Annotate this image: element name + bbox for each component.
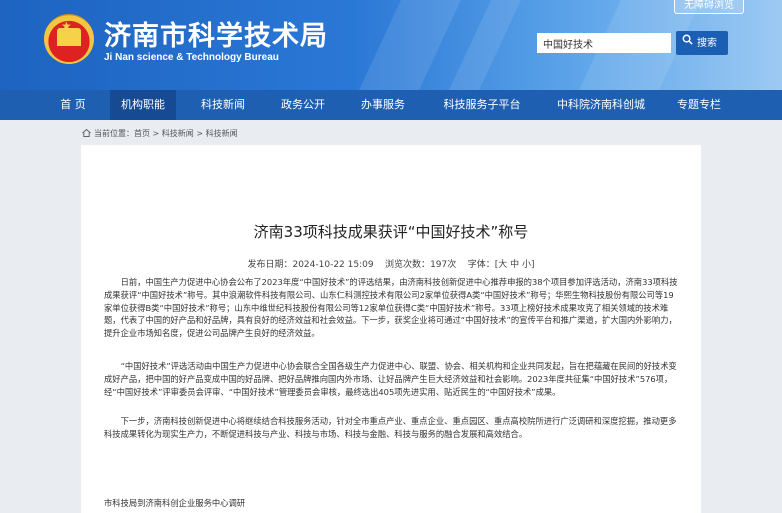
font-size-medium[interactable]: 中 bbox=[510, 260, 519, 270]
views-count: 197次 bbox=[430, 260, 457, 270]
font-size-close: ] bbox=[531, 260, 535, 270]
font-size-label: 字体：[ bbox=[467, 260, 499, 270]
nav-item-gov-affairs[interactable]: 政务公开 bbox=[270, 90, 336, 120]
article-paragraph: 日前，中国生产力促进中心协会公布了2023年度“中国好技术”的评选结果，由济南科… bbox=[104, 277, 678, 339]
views-label: 浏览次数： bbox=[385, 260, 431, 270]
breadcrumb-prefix: 当前位置： bbox=[94, 129, 134, 138]
header-decoration bbox=[359, 0, 461, 90]
accessibility-button[interactable]: 无障碍浏览 bbox=[674, 0, 744, 14]
article-title: 济南33项科技成果获评“中国好技术”称号 bbox=[253, 223, 529, 241]
breadcrumb-separator: > bbox=[150, 129, 162, 138]
font-size-large[interactable]: 大 bbox=[498, 260, 507, 270]
article-paragraph: “中国好技术”评选活动由中国生产力促进中心协会联合全国各级生产力促进中心、联盟、… bbox=[104, 361, 677, 397]
nav-item-organization[interactable]: 机构职能 bbox=[110, 90, 176, 120]
main-nav: 首 页 机构职能 科技新闻 政务公开 办事服务 科技服务子平台 中科院济南科创城… bbox=[0, 90, 782, 120]
header-decoration bbox=[449, 0, 521, 90]
publish-date-label: 发布日期： bbox=[247, 260, 293, 270]
font-size-switcher: 字体：[大 中 小] bbox=[468, 260, 535, 270]
search-button[interactable]: 搜索 bbox=[676, 31, 728, 55]
nav-item-home[interactable]: 首 页 bbox=[48, 90, 98, 120]
article-paragraph: 下一步，济南科技创新促进中心将继续结合科技服务活动，针对全市重点产业、重点企业、… bbox=[104, 416, 677, 439]
breadcrumb: 当前位置：首页 > 科技新闻 > 科技新闻 bbox=[82, 128, 238, 139]
nav-item-special-topics[interactable]: 专题专栏 bbox=[666, 90, 732, 120]
font-size-small[interactable]: 小 bbox=[522, 260, 531, 270]
home-icon bbox=[82, 128, 91, 137]
site-header: ★ 济南市科学技术局 Ji Nan science & Technology B… bbox=[0, 0, 782, 90]
nav-item-tech-platform[interactable]: 科技服务子平台 bbox=[432, 90, 532, 120]
breadcrumb-current[interactable]: 科技新闻 bbox=[206, 129, 238, 138]
site-subtitle: Ji Nan science & Technology Bureau bbox=[104, 52, 279, 63]
search-icon bbox=[682, 31, 693, 55]
related-article-link[interactable]: 市科技局到济南科创企业服务中心调研 bbox=[104, 497, 245, 509]
search-input[interactable] bbox=[537, 33, 671, 53]
nav-item-services[interactable]: 办事服务 bbox=[350, 90, 416, 120]
breadcrumb-tech-news-link[interactable]: 科技新闻 bbox=[162, 129, 194, 138]
breadcrumb-separator: > bbox=[193, 129, 206, 138]
site-title: 济南市科学技术局 bbox=[104, 21, 328, 52]
nav-item-tech-news[interactable]: 科技新闻 bbox=[190, 90, 256, 120]
article-meta: 发布日期：2024-10-22 15:09 浏览次数：197次 字体：[大 中 … bbox=[81, 257, 701, 270]
publish-date: 2024-10-22 15:09 bbox=[292, 260, 374, 270]
national-emblem-icon: ★ bbox=[44, 14, 94, 64]
breadcrumb-home-link[interactable]: 首页 bbox=[134, 129, 150, 138]
search-button-label: 搜索 bbox=[697, 38, 717, 49]
nav-item-cas-city[interactable]: 中科院济南科创城 bbox=[546, 90, 656, 120]
